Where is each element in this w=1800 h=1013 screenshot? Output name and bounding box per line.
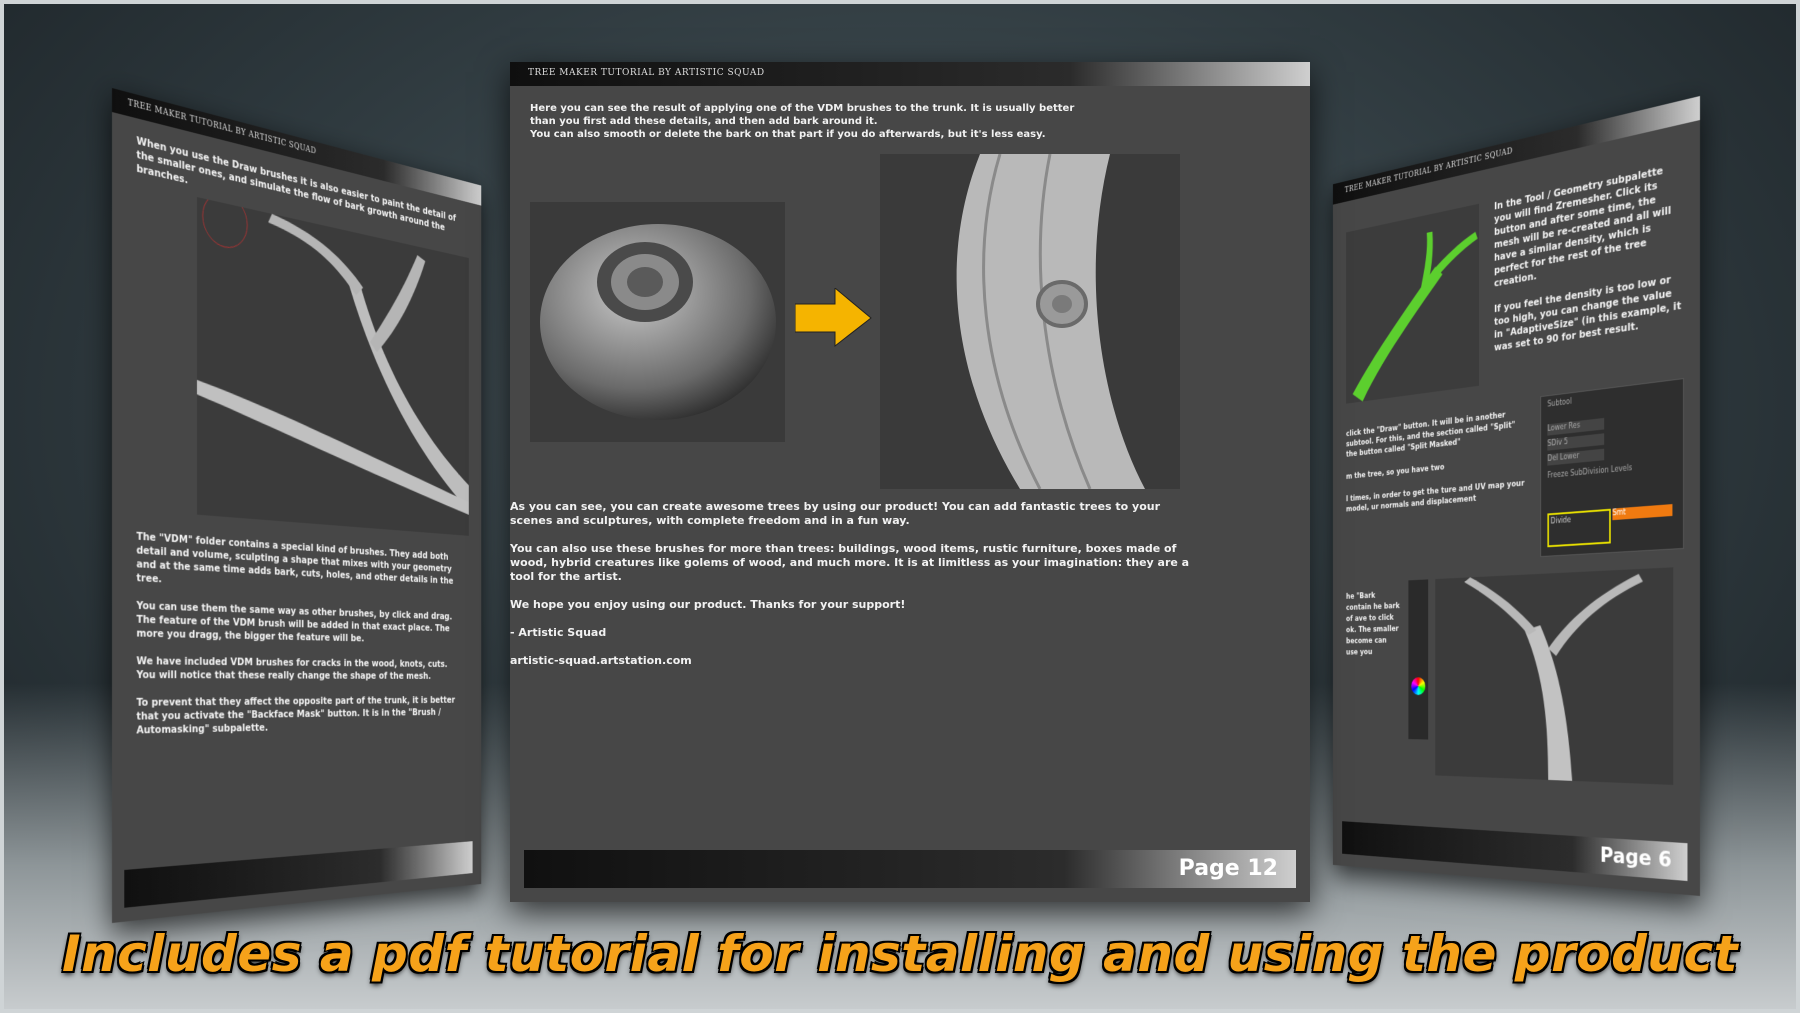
- right-lower-text: he "Bark contain he bark of ave to click…: [1346, 591, 1400, 658]
- paragraph: We hope you enjoy using our product. Tha…: [510, 598, 906, 611]
- page-footer: Page 12: [524, 850, 1296, 888]
- lower-res-button[interactable]: Lower Res: [1547, 417, 1605, 436]
- trunk-knot-illustration: [880, 154, 1180, 489]
- center-intro: Here you can see the result of applying …: [530, 102, 1090, 141]
- green-mesh-render: [1346, 203, 1480, 404]
- left-body: The "VDM" folder contains a special kind…: [136, 530, 461, 752]
- material-strip: [1408, 579, 1429, 740]
- branch-render: [196, 197, 469, 536]
- paragraph: Here you can see the result of applying …: [530, 103, 1075, 127]
- vdm-knot-illustration: [530, 202, 785, 442]
- subtool-panel: Subtool Lower Res SDiv 5 Del Lower Freez…: [1540, 378, 1684, 558]
- tutorial-page-left: TREE MAKER TUTORIAL BY ARTISTIC SQUAD Wh…: [112, 88, 482, 923]
- paragraph: We have included VDM brushes for cracks …: [136, 654, 448, 682]
- page-header: TREE MAKER TUTORIAL BY ARTISTIC SQUAD: [510, 62, 1310, 86]
- freeze-subdivision-button[interactable]: Freeze SubDivision Levels: [1547, 463, 1632, 479]
- tutorial-page-right: TREE MAKER TUTORIAL BY ARTISTIC SQUAD In…: [1332, 96, 1700, 896]
- right-top-text: In the Tool / Geometry subpalette you wi…: [1494, 160, 1682, 367]
- arrow-right-icon: [795, 288, 872, 348]
- paragraph: You can also smooth or delete the bark o…: [530, 129, 1046, 140]
- tutorial-page-center: TREE MAKER TUTORIAL BY ARTISTIC SQUAD He…: [510, 62, 1310, 902]
- paragraph: To prevent that they affect the opposite…: [136, 694, 456, 737]
- promo-caption: Includes a pdf tutorial for installing a…: [61, 925, 1739, 983]
- color-picker-icon[interactable]: [1411, 677, 1426, 696]
- sdiv-slider[interactable]: SDiv 5: [1547, 433, 1605, 451]
- paragraph: m the tree, so you have two: [1346, 463, 1445, 482]
- divide-button[interactable]: Divide: [1547, 508, 1611, 548]
- page-number: Page 6: [1599, 843, 1672, 873]
- vdm-brush-render: [530, 202, 785, 442]
- paragraph: As you can see, you can create awesome t…: [510, 500, 1161, 527]
- page-number: Page 12: [1178, 856, 1278, 881]
- paragraph: click the "Draw" button. It will be in a…: [1346, 410, 1516, 460]
- del-lower-button[interactable]: Del Lower: [1547, 448, 1605, 466]
- tree-trunk-illustration: [1435, 567, 1674, 785]
- paragraph: l times, in order to get the ture and UV…: [1346, 479, 1525, 515]
- green-branch-illustration: [1346, 203, 1480, 404]
- tree-branch-illustration: [196, 197, 469, 536]
- right-mid-text: click the "Draw" button. It will be in a…: [1346, 407, 1525, 526]
- header-text: TREE MAKER TUTORIAL BY ARTISTIC SQUAD: [1344, 146, 1513, 196]
- center-body: As you can see, you can create awesome t…: [510, 500, 1190, 682]
- link-text: artistic-squad.artstation.com: [510, 654, 692, 667]
- header-text: TREE MAKER TUTORIAL BY ARTISTIC SQUAD: [528, 68, 765, 78]
- paragraph: The "VDM" folder contains a special kind…: [136, 529, 454, 587]
- paragraph: In the Tool / Geometry subpalette you wi…: [1494, 164, 1672, 290]
- trunk-render: [880, 154, 1180, 489]
- tree-render: [1435, 567, 1674, 785]
- paragraph: You can also use these brushes for more …: [510, 542, 1190, 583]
- paragraph: You can use them the same way as other b…: [136, 598, 453, 645]
- smt-toggle[interactable]: Smt: [1612, 504, 1673, 521]
- panel-title: Subtool: [1547, 396, 1572, 409]
- paragraph: - Artistic Squad: [510, 626, 607, 639]
